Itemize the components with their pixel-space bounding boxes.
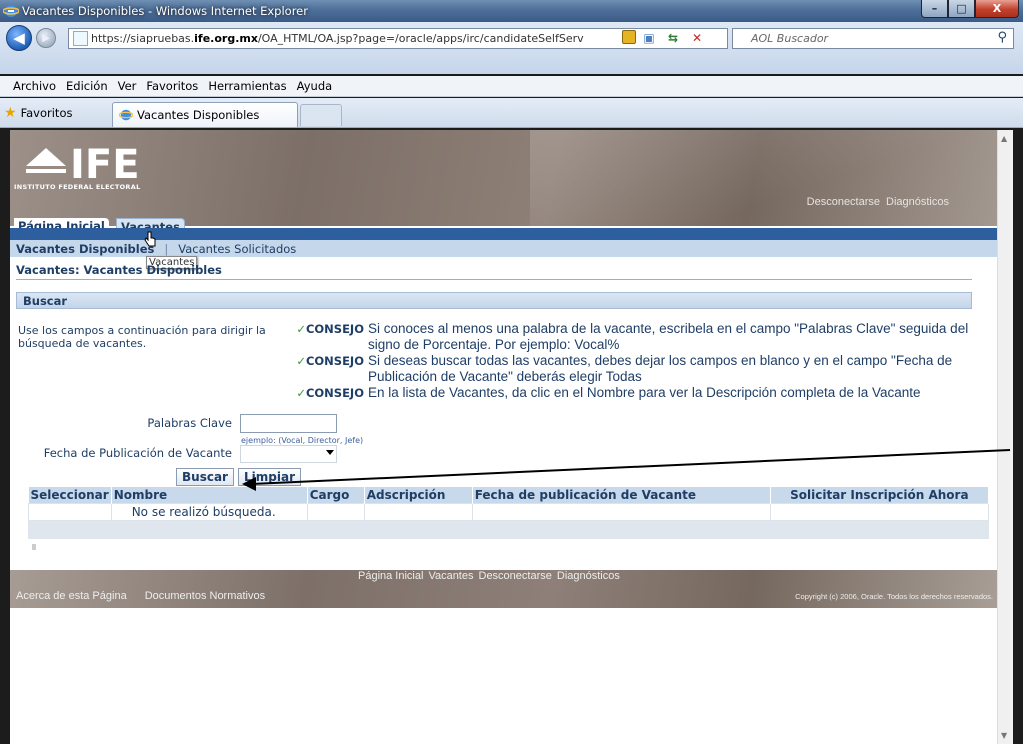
maximize-button[interactable]: □: [948, 0, 975, 18]
address-toolbar: ◀ ▶ https://siapruebas. ife.org.mx/OA_HTM…: [0, 22, 1023, 74]
forward-arrow-icon: ▶: [42, 32, 50, 44]
window-title: Vacantes Disponibles - Windows Internet …: [22, 4, 308, 18]
col-seleccionar: Seleccionar: [28, 487, 112, 504]
vertical-scrollbar[interactable]: ▲ ▼: [997, 130, 1013, 744]
footer-link-logout[interactable]: Desconectarse: [479, 570, 552, 582]
tip-text: En la lista de Vacantes, da clic en el N…: [368, 385, 921, 400]
col-nombre: Nombre: [111, 487, 308, 504]
tip-item: ✓CONSEJO Si deseas buscar todas las vaca…: [276, 353, 996, 385]
col-fecha: Fecha de publicación de Vacante: [472, 487, 771, 504]
page-content: IFE INSTITUTO FEDERAL ELECTORAL Desconec…: [10, 130, 1013, 744]
menu-archivo[interactable]: Archivo: [8, 79, 61, 93]
menu-edicion[interactable]: Edición: [61, 79, 113, 93]
site-banner: IFE INSTITUTO FEDERAL ELECTORAL Desconec…: [10, 130, 1000, 226]
check-icon: ✓: [296, 322, 306, 336]
page-title: Vacantes: Vacantes Disponibles: [16, 263, 972, 280]
results-table-wrapper: Seleccionar Nombre Cargo Adscripción Fec…: [28, 487, 990, 539]
lock-icon[interactable]: [622, 30, 636, 44]
compatibility-icon[interactable]: ▣: [640, 30, 658, 46]
star-icon: ★: [4, 105, 17, 121]
internet-explorer-icon: [3, 5, 19, 17]
tip-item: ✓CONSEJO En la lista de Vacantes, da cli…: [276, 385, 996, 401]
subnav-vacantes-disponibles[interactable]: Vacantes Disponibles: [16, 242, 154, 256]
footer-link-documents[interactable]: Documentos Normativos: [145, 590, 265, 602]
search-placeholder: AOL Buscador: [751, 32, 829, 45]
footer-link-home[interactable]: Página Inicial: [358, 570, 423, 582]
menu-ver[interactable]: Ver: [113, 79, 142, 93]
keywords-label: Palabras Clave: [147, 416, 232, 430]
keywords-hint: ejemplo: (Vocal, Director, Jefe): [241, 436, 364, 445]
favorites-button[interactable]: ★ Favoritos: [4, 105, 72, 121]
logout-link[interactable]: Desconectarse: [807, 196, 880, 208]
browser-tab-bar: ★ Favoritos Vacantes Disponibles: [0, 98, 1023, 128]
table-row: No se realizó búsqueda.: [28, 503, 990, 521]
check-icon: ✓: [296, 386, 306, 400]
subnav-separator: |: [164, 241, 169, 256]
date-label: Fecha de Publicación de Vacante: [43, 446, 232, 460]
close-button[interactable]: X: [975, 0, 1019, 18]
footer-link-diagnostics[interactable]: Diagnósticos: [557, 570, 620, 582]
footer-link-about[interactable]: Acerca de esta Página: [16, 590, 127, 602]
scroll-down-icon[interactable]: ▼: [1001, 731, 1007, 740]
chevron-down-icon[interactable]: [326, 450, 334, 455]
check-icon: ✓: [296, 354, 306, 368]
minimize-button[interactable]: –: [921, 0, 948, 18]
footer-link-vacantes[interactable]: Vacantes: [428, 570, 473, 582]
tip-text: Si deseas buscar todas las vacantes, deb…: [368, 353, 953, 384]
date-select[interactable]: [240, 445, 337, 463]
browser-tab-vacantes[interactable]: Vacantes Disponibles: [112, 102, 298, 127]
back-button[interactable]: ◀: [6, 25, 32, 51]
hand-cursor-icon: [144, 231, 156, 247]
table-footer: [28, 521, 989, 539]
tip-label: CONSEJO: [305, 386, 364, 400]
tab-underline: [10, 228, 997, 240]
new-tab-button[interactable]: [300, 104, 342, 126]
section-header: Buscar: [16, 292, 972, 309]
col-adscripcion: Adscripción: [364, 487, 473, 504]
menu-favoritos[interactable]: Favoritos: [141, 79, 203, 93]
tip-text: Si conoces al menos una palabra de la va…: [368, 321, 969, 352]
search-icon[interactable]: ⚲: [997, 30, 1007, 45]
menu-ayuda[interactable]: Ayuda: [292, 79, 338, 93]
separator-mark: [32, 544, 36, 550]
favorites-label: Favoritos: [20, 106, 73, 120]
logo-subtitle: INSTITUTO FEDERAL ELECTORAL: [14, 183, 141, 191]
logo-text: IFE: [70, 142, 140, 188]
forward-button[interactable]: ▶: [36, 28, 56, 48]
subnav-vacantes-solicitados[interactable]: Vacantes Solicitados: [178, 242, 296, 256]
title-bar: Vacantes Disponibles - Windows Internet …: [0, 0, 1023, 22]
scroll-up-icon[interactable]: ▲: [1001, 134, 1007, 143]
search-input[interactable]: AOL Buscador ⚲: [732, 28, 1014, 49]
url-prefix: https://siapruebas.: [91, 32, 195, 45]
page-footer: Página Inicial Vacantes Desconectarse Di…: [10, 570, 997, 608]
instructions-text: Use los campos a continuación para dirig…: [18, 324, 266, 350]
clear-button[interactable]: Limpiar: [238, 468, 301, 486]
sub-navigation: Vacantes Disponibles | Vacantes Solicita…: [10, 240, 997, 257]
tip-item: ✓CONSEJO Si conoces al menos una palabra…: [276, 321, 996, 353]
tip-label: CONSEJO: [305, 354, 364, 368]
stop-icon[interactable]: ✕: [688, 30, 706, 46]
page-icon: [73, 31, 88, 46]
refresh-icon[interactable]: ⇆: [664, 30, 682, 46]
url-domain: ife.org.mx: [194, 32, 258, 45]
empty-message: No se realizó búsqueda.: [110, 503, 308, 521]
tips-block: ✓CONSEJO Si conoces al menos una palabra…: [276, 321, 996, 401]
keywords-input[interactable]: [240, 414, 337, 433]
table-header-row: Seleccionar Nombre Cargo Adscripción Fec…: [28, 487, 990, 504]
col-cargo: Cargo: [307, 487, 365, 504]
tip-label: CONSEJO: [305, 322, 364, 336]
diagnostics-link[interactable]: Diagnósticos: [886, 196, 949, 208]
menu-bar: Archivo Edición Ver Favoritos Herramient…: [0, 76, 1023, 97]
internet-explorer-icon: [119, 109, 133, 121]
back-arrow-icon: ◀: [13, 29, 25, 47]
url-path: /OA_HTML/OA.jsp?page=/oracle/apps/irc/ca…: [257, 32, 584, 45]
browser-tab-label: Vacantes Disponibles: [137, 108, 260, 122]
col-solicitar: Solicitar Inscripción Ahora: [770, 487, 990, 504]
results-table: Seleccionar Nombre Cargo Adscripción Fec…: [28, 487, 990, 521]
copyright-text: Copyright (c) 2006, Oracle. Todos los de…: [795, 592, 993, 601]
banner-decoration: [530, 130, 1000, 226]
menu-herramientas[interactable]: Herramientas: [203, 79, 291, 93]
search-button[interactable]: Buscar: [176, 468, 234, 486]
